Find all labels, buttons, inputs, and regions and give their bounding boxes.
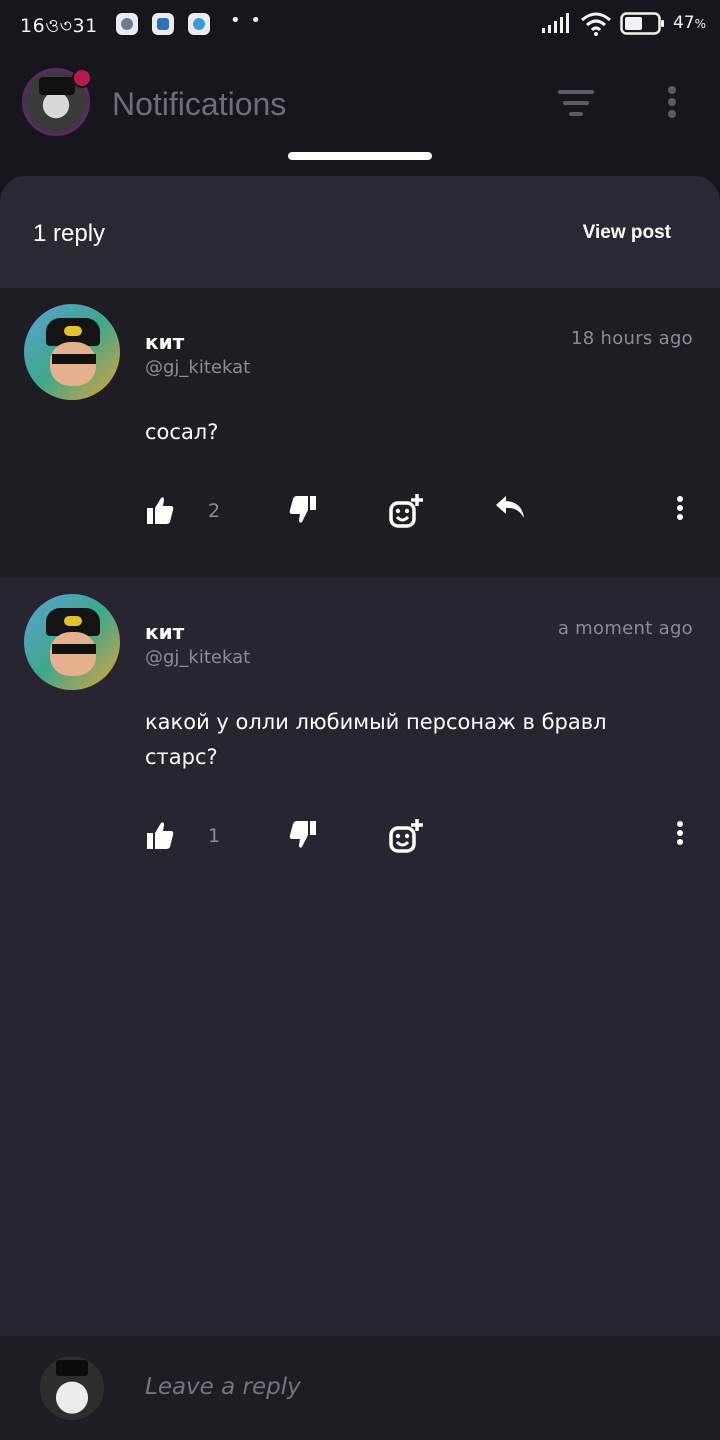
avatar[interactable] [24, 594, 120, 690]
notification-badge [72, 68, 92, 88]
timestamp: 18 hours ago [570, 328, 693, 349]
view-post-button[interactable]: View post [583, 222, 671, 244]
like-count: 1 [208, 825, 221, 847]
author-name[interactable]: кит [145, 330, 184, 354]
thread-header: 1 reply View post [0, 176, 720, 288]
comment-actions: 1 [0, 819, 720, 859]
comment: кит @gj_kitekat a moment ago какой у олл… [0, 578, 720, 908]
app-header: Notifications [0, 48, 720, 178]
battery-percent: 47% [672, 13, 706, 33]
author-handle[interactable]: @gj_kitekat [145, 647, 250, 668]
dislike-icon[interactable] [289, 494, 317, 534]
author-handle[interactable]: @gj_kitekat [145, 357, 250, 378]
timestamp: a moment ago [557, 618, 693, 639]
more-vertical-icon[interactable] [674, 496, 686, 532]
comment-actions: 2 [0, 494, 720, 534]
avatar [40, 1356, 104, 1420]
more-vertical-icon[interactable] [674, 821, 686, 857]
signal-icon [542, 13, 569, 33]
whatsapp-icon [116, 13, 138, 35]
more-dots-icon: • • [230, 10, 263, 31]
add-reaction-icon[interactable] [388, 494, 424, 534]
reply-icon[interactable] [494, 494, 526, 534]
like-icon[interactable] [146, 494, 174, 534]
reply-count: 1 reply [33, 220, 106, 247]
sheet-drag-handle[interactable] [288, 152, 432, 160]
page-title: Notifications [112, 86, 287, 122]
battery-icon [620, 12, 664, 35]
filter-icon[interactable] [556, 90, 596, 118]
vk-icon [152, 13, 174, 35]
status-bar: 16ও৩31 • • 47% [0, 0, 720, 48]
wifi-icon [581, 12, 611, 36]
reply-bar: Leave a reply [0, 1336, 720, 1440]
add-reaction-icon[interactable] [388, 819, 424, 859]
like-icon[interactable] [146, 819, 174, 859]
reply-input[interactable]: Leave a reply [145, 1374, 301, 1400]
comment-text: какой у олли любимый персонаж в бравл ст… [145, 710, 607, 769]
status-time: 16ও৩31 [20, 15, 98, 37]
comment-text: сосал? [145, 420, 219, 444]
comment: кит @gj_kitekat 18 hours ago сосал? 2 [0, 288, 720, 578]
more-vertical-icon[interactable] [660, 86, 684, 122]
telegram-icon [188, 13, 210, 35]
thread-sheet: 1 reply View post кит @gj_kitekat 18 hou… [0, 176, 720, 1440]
like-count: 2 [208, 500, 221, 522]
author-name[interactable]: кит [145, 620, 184, 644]
avatar[interactable] [24, 304, 120, 400]
dislike-icon[interactable] [289, 819, 317, 859]
